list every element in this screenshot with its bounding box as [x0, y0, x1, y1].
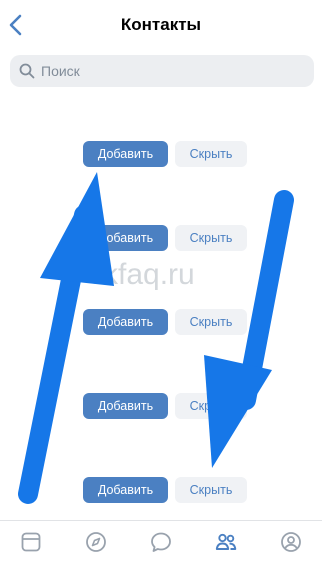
annotation-arrows — [18, 172, 294, 504]
up-arrow — [18, 172, 114, 504]
tab-bar — [0, 520, 322, 565]
down-arrow — [204, 190, 294, 468]
compass-icon[interactable] — [85, 531, 107, 553]
news-icon[interactable] — [20, 531, 42, 553]
friends-icon[interactable] — [215, 531, 237, 553]
messages-icon[interactable] — [150, 531, 172, 553]
profile-icon[interactable] — [280, 531, 302, 553]
